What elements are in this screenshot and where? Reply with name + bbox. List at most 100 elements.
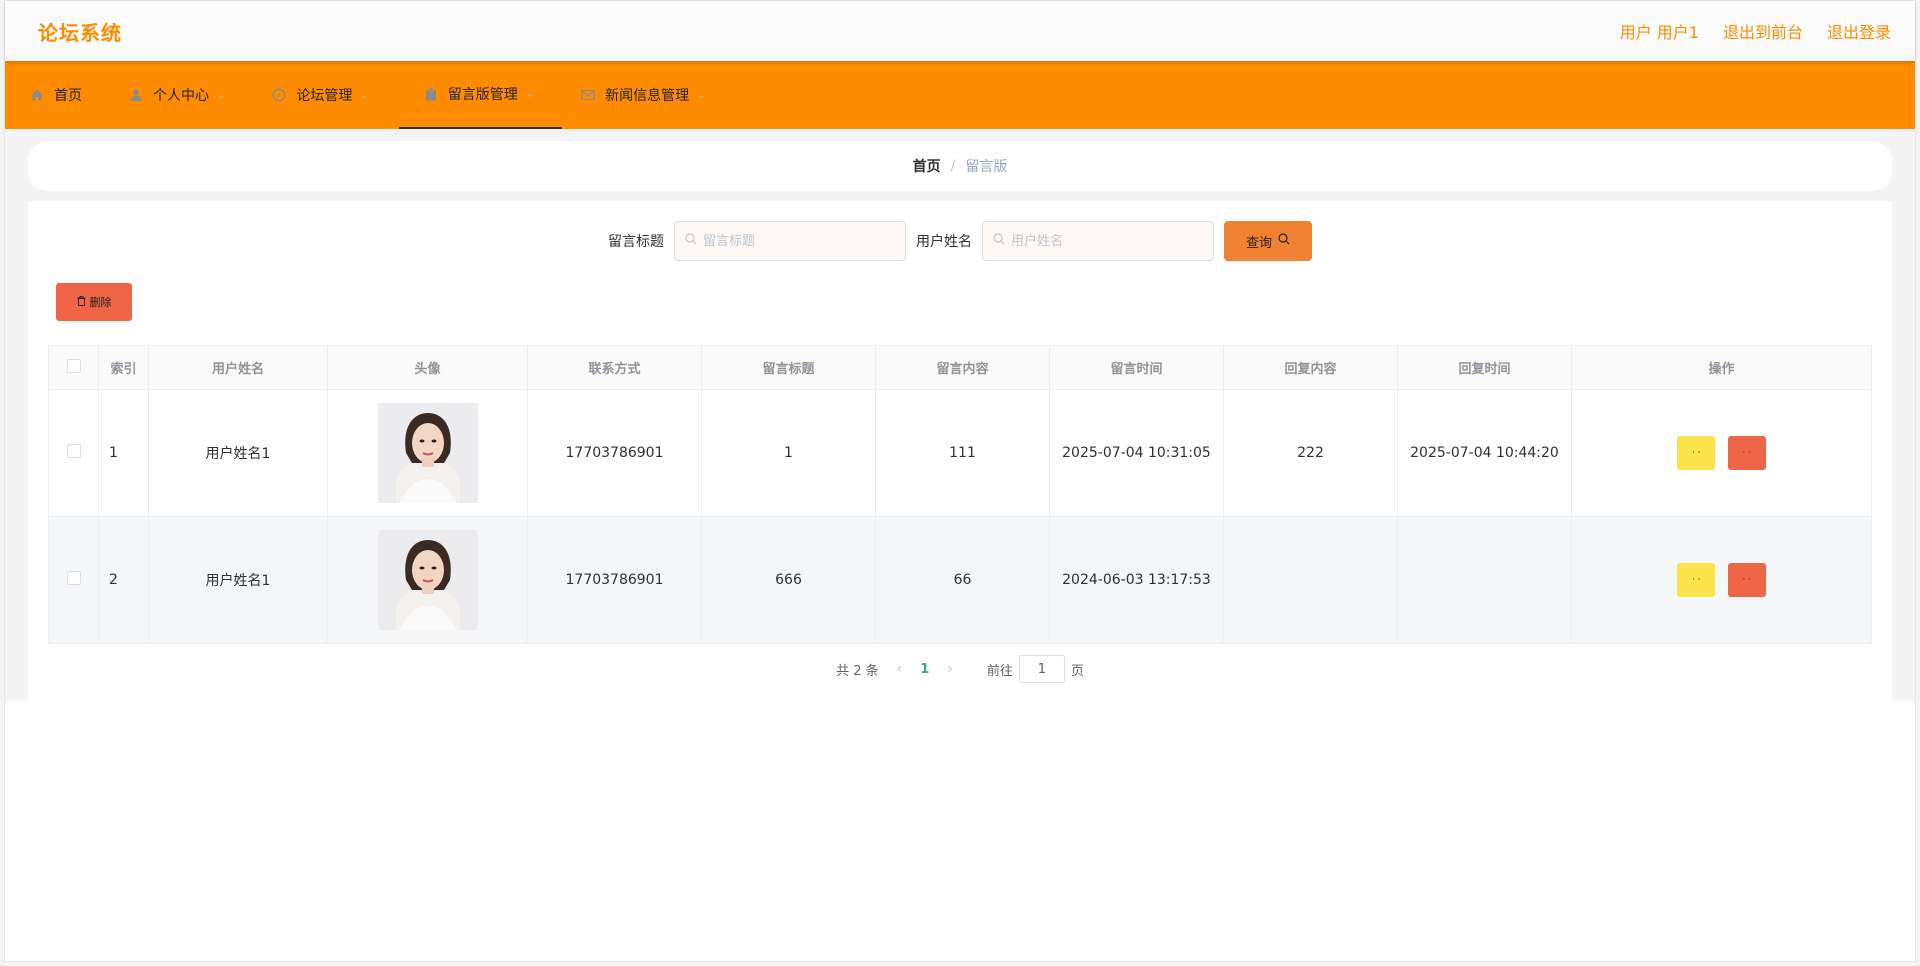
- main-nav: 首页 个人中心 ⌄ 论坛管理 ⌄ 留言版管理 ⌄ 新闻信息管理 ⌄: [5, 61, 1915, 129]
- search-icon: [993, 233, 1005, 249]
- breadcrumb: 首页 / 留言版: [28, 141, 1892, 191]
- brand-title: 论坛系统: [38, 20, 122, 45]
- chevron-down-icon: ⌄: [525, 88, 535, 100]
- compass-icon: [271, 87, 287, 103]
- search-icon: [1278, 233, 1290, 249]
- reply-time-cell: 2025-07-04 10:44:20: [1397, 389, 1572, 517]
- logout-link[interactable]: 退出登录: [1827, 19, 1891, 43]
- list-panel: 留言标题 用户姓名 查询: [28, 201, 1892, 701]
- actions-cell: · · · ·: [1571, 389, 1872, 517]
- nav-item-forum-manage[interactable]: 论坛管理 ⌄: [267, 61, 396, 129]
- query-button[interactable]: 查询: [1224, 221, 1312, 261]
- nav-item-label: 论坛管理: [296, 88, 353, 104]
- row-select-cell: [48, 516, 99, 644]
- column-header: 头像: [327, 345, 528, 390]
- phone-cell: 17703786901: [527, 516, 702, 644]
- trash-icon: [77, 295, 86, 309]
- table-row: 1 用户姓名1 17703786901 1 111 2025-07-04 10:…: [48, 389, 1872, 517]
- actions-cell: · · · ·: [1571, 516, 1872, 644]
- index-cell: 1: [98, 389, 149, 517]
- next-page-icon[interactable]: ›: [947, 661, 953, 677]
- phone-cell: 17703786901: [527, 389, 702, 517]
- page-unit-label: 页: [1070, 663, 1084, 679]
- top-header: 论坛系统 用户 用户1 退出到前台 退出登录: [5, 1, 1915, 61]
- nav-item-label: 首页: [54, 88, 82, 104]
- page-number-1[interactable]: 1: [920, 662, 929, 677]
- select-all-checkbox[interactable]: [66, 358, 81, 373]
- column-header: 操作: [1571, 345, 1872, 390]
- row-select-cell: [48, 389, 99, 517]
- chevron-down-icon: ⌄: [697, 89, 706, 101]
- search-icon: [685, 233, 697, 249]
- batch-delete-button[interactable]: 删除: [56, 283, 132, 321]
- user-label[interactable]: 用户 用户1: [1620, 19, 1699, 43]
- reply-cell: [1223, 516, 1398, 644]
- avatar: [377, 403, 478, 503]
- main-content: 首页 / 留言版 留言标题 用户姓名: [5, 129, 1915, 701]
- nav-item-personal-center[interactable]: 个人中心 ⌄: [124, 61, 253, 129]
- pagination: 共 2 条 ‹ 1 › 前往 页: [48, 644, 1872, 694]
- header-links: 用户 用户1 退出到前台 退出登录: [1620, 19, 1891, 43]
- name-search-input[interactable]: [1011, 233, 1201, 249]
- content-cell: 66: [875, 516, 1050, 644]
- breadcrumb-current: 留言版: [965, 159, 1008, 175]
- name-search-box: [982, 221, 1214, 261]
- search-form: 留言标题 用户姓名 查询: [48, 221, 1872, 261]
- table-row: 2 用户姓名1 17703786901 666 66 2024-06-03 13…: [48, 516, 1872, 644]
- back-to-front-link[interactable]: 退出到前台: [1723, 19, 1803, 43]
- breadcrumb-separator: /: [950, 158, 956, 174]
- page-jumper: 前往 页: [987, 655, 1084, 683]
- nav-item-news-manage[interactable]: 新闻信息管理 ⌄: [576, 61, 733, 129]
- nav-item-label: 新闻信息管理: [605, 88, 690, 104]
- column-header: 回复时间: [1397, 345, 1572, 390]
- avatar-cell: [327, 516, 528, 644]
- title-cell: 666: [701, 516, 876, 644]
- column-header: 用户姓名: [148, 345, 328, 390]
- title-search-label: 留言标题: [608, 234, 664, 250]
- time-cell: 2024-06-03 13:17:53: [1049, 516, 1224, 644]
- goto-page-input[interactable]: [1018, 655, 1065, 683]
- message-table: 索引 用户姓名 头像 联系方式 留言标题 留言内容 留言时间 回复内容 回复时间…: [48, 345, 1872, 644]
- app-window: 论坛系统 用户 用户1 退出到前台 退出登录 首页 个人中心 ⌄ 论坛管理 ⌄: [4, 0, 1916, 962]
- nav-item-home[interactable]: 首页: [25, 61, 110, 129]
- time-cell: 2025-07-04 10:31:05: [1049, 389, 1224, 517]
- title-search-box: [674, 221, 906, 261]
- delete-button[interactable]: · ·: [1727, 436, 1766, 470]
- row-checkbox[interactable]: [66, 571, 81, 585]
- query-button-label: 查询: [1245, 235, 1272, 251]
- username-cell: 用户姓名1: [148, 516, 328, 644]
- user-icon: [128, 87, 144, 103]
- mail-icon: [580, 87, 596, 103]
- nav-item-label: 留言版管理: [447, 87, 518, 103]
- column-header: 留言时间: [1049, 345, 1224, 390]
- prev-page-icon[interactable]: ‹: [897, 661, 903, 677]
- column-header: 留言标题: [701, 345, 876, 390]
- nav-item-label: 个人中心: [153, 88, 209, 104]
- index-cell: 2: [98, 516, 149, 644]
- reply-time-cell: [1397, 516, 1572, 644]
- delete-button[interactable]: · ·: [1727, 563, 1766, 597]
- column-header: 联系方式: [527, 345, 702, 390]
- avatar: [377, 530, 478, 630]
- reply-cell: 222: [1223, 389, 1398, 517]
- content-cell: 111: [875, 389, 1050, 517]
- pagination-total: 共 2 条: [836, 663, 879, 679]
- avatar-cell: [327, 389, 528, 517]
- goto-label: 前往: [986, 663, 1013, 679]
- edit-button[interactable]: · ·: [1677, 436, 1716, 470]
- delete-button-label: 删除: [89, 296, 112, 309]
- column-header: 索引: [98, 345, 149, 390]
- edit-button[interactable]: · ·: [1677, 563, 1716, 597]
- home-icon: [29, 87, 45, 103]
- select-all-header: [48, 345, 99, 390]
- table-header-row: 索引 用户姓名 头像 联系方式 留言标题 留言内容 留言时间 回复内容 回复时间…: [48, 345, 1872, 390]
- username-cell: 用户姓名1: [148, 389, 328, 517]
- chevron-down-icon: ⌄: [360, 89, 369, 101]
- row-checkbox[interactable]: [66, 444, 81, 458]
- breadcrumb-home[interactable]: 首页: [913, 156, 941, 176]
- column-header: 回复内容: [1223, 345, 1398, 390]
- title-cell: 1: [701, 389, 876, 517]
- nav-item-message-board-manage[interactable]: 留言版管理 ⌄: [398, 61, 563, 129]
- title-search-input[interactable]: [703, 233, 893, 249]
- chevron-down-icon: ⌄: [217, 89, 226, 101]
